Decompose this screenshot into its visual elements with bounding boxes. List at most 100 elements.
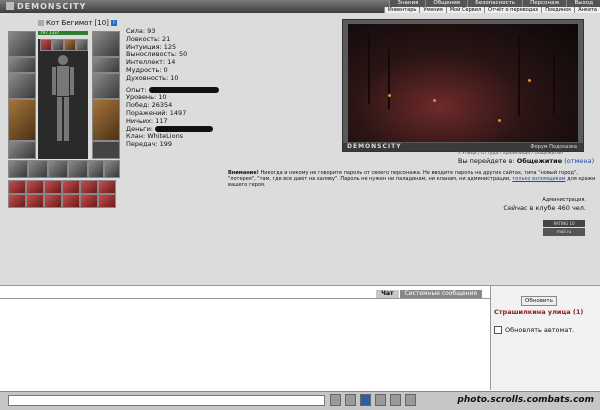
menu-item-security[interactable]: Безопасность (467, 0, 522, 7)
auto-refresh-row: Обновлять автомат. (494, 326, 574, 334)
location-scene: DEMONSCITY Форум Подсказка (342, 19, 584, 152)
potion-slot-8[interactable] (26, 194, 44, 208)
potion-slot-2[interactable] (26, 180, 44, 194)
chat-toolbar (330, 394, 416, 406)
shield-slot[interactable] (92, 73, 120, 99)
scene-light (498, 119, 501, 122)
info-icon[interactable]: i (110, 20, 117, 26)
potion-slot-7[interactable] (8, 194, 26, 208)
stat-money: Деньги: (126, 124, 153, 133)
scene-tree (553, 54, 555, 114)
main-panel: Кот Бегимот [10] i 79 / 1337 Сила: 93 Ло… (0, 13, 600, 285)
potion-slot-3[interactable] (44, 180, 62, 194)
admin-signature: Администрация. (542, 197, 586, 203)
scene-tree (368, 34, 370, 104)
scene-light (528, 79, 531, 82)
scene-links[interactable]: Форум Подсказка (530, 144, 577, 150)
refresh-button[interactable]: Обновить (521, 296, 557, 306)
ring-slot-3[interactable] (64, 39, 76, 51)
potion-slot-5[interactable] (80, 180, 98, 194)
helmet-slot[interactable] (8, 31, 36, 57)
pocket-slot-4[interactable] (68, 160, 88, 178)
ring-slot-4[interactable] (76, 39, 88, 51)
scene-tree (518, 36, 520, 116)
armor-slot[interactable] (8, 99, 36, 141)
scene-logo: DEMONSCITY (347, 143, 402, 150)
refresh-chat-icon[interactable] (405, 394, 416, 406)
scene-image[interactable] (348, 24, 578, 142)
logo-text: DEMONSCITY (17, 2, 87, 11)
rating-counter[interactable]: RATING 10 (543, 220, 585, 227)
scene-light (388, 94, 391, 97)
chat-tabs: Чат Системные сообщения (376, 290, 482, 298)
scene-footer: DEMONSCITY Форум Подсказка (343, 143, 583, 151)
bracers-slot[interactable] (92, 57, 120, 73)
pocket-slot-3[interactable] (48, 160, 68, 178)
leggings-slot[interactable] (92, 99, 120, 141)
menu-item-knowledge[interactable]: Знания (389, 0, 425, 7)
stats-panel: Сила: 93 Ловкость: 21 Интуиция: 125 Выно… (126, 27, 219, 149)
top-menu: Знания Общение Безопасность Персонаж Вых… (389, 0, 600, 7)
pocket-slot-2[interactable] (28, 160, 48, 178)
menu-item-communication[interactable]: Общение (425, 0, 467, 7)
character-silhouette-icon (52, 55, 74, 141)
amulet-slot[interactable] (8, 57, 36, 73)
character-figure (38, 39, 88, 159)
game-logo: DEMONSCITY (6, 2, 86, 11)
money-redacted (155, 125, 214, 132)
ring-slot-1[interactable] (40, 39, 52, 51)
top-bar: DEMONSCITY Знания Общение Безопасность П… (0, 0, 600, 13)
potion-row (8, 180, 120, 208)
tab-chat[interactable]: Чат (376, 290, 399, 298)
warning-link[interactable]: только взломщикам (512, 176, 565, 182)
pocket-slot-1[interactable] (8, 160, 28, 178)
destination-row: Вы перейдете в: Общежитие (отмена) (458, 157, 594, 165)
stat-exp: Опыт: (126, 85, 147, 94)
potion-slot-9[interactable] (44, 194, 62, 208)
scene-tree (388, 49, 390, 109)
destination-prefix: Вы перейдете в: (458, 157, 517, 165)
clear-icon[interactable] (345, 394, 356, 406)
potion-slot-4[interactable] (62, 180, 80, 194)
chat-input[interactable] (8, 395, 325, 406)
game-window: DEMONSCITY Знания Общение Безопасность П… (0, 0, 600, 410)
boots-slot[interactable] (92, 141, 120, 159)
cancel-link[interactable]: (отмена) (564, 157, 594, 165)
potion-slot-11[interactable] (80, 194, 98, 208)
street-label[interactable]: Страшилкина улица (1) (494, 308, 583, 316)
security-warning: Внимание! Никогда и никому не говорите п… (228, 170, 598, 188)
bottom-bar: photo.scrolls.combats.com (0, 391, 600, 410)
logo-icon (6, 2, 14, 10)
scene-light (433, 99, 436, 102)
rating-counters: RATING 10 mail.ru (543, 220, 585, 236)
potion-slot-12[interactable] (98, 194, 116, 208)
pocket-slot-6[interactable] (104, 160, 120, 178)
weapon-slot[interactable] (8, 73, 36, 99)
filter-icon[interactable] (360, 394, 371, 406)
smile-icon[interactable] (375, 394, 386, 406)
chat-tab-divider (0, 298, 490, 299)
menu-item-exit[interactable]: Выход (566, 0, 600, 7)
potion-slot-10[interactable] (62, 194, 80, 208)
send-icon[interactable] (330, 394, 341, 406)
belt-slot[interactable] (8, 141, 36, 159)
pocket-slot-5[interactable] (88, 160, 104, 178)
character-name-row: Кот Бегимот [10] i (38, 19, 117, 27)
hp-text: 79 / 1337 (40, 30, 60, 35)
character-level: [10] (94, 19, 109, 27)
ring-slot-2[interactable] (52, 39, 64, 51)
online-panel: Обновить Страшилкина улица (1) Обновлять… (490, 286, 600, 390)
tab-system-messages[interactable]: Системные сообщения (399, 290, 482, 298)
menu-item-character[interactable]: Персонаж (522, 0, 566, 7)
mail-counter[interactable]: mail.ru (543, 228, 585, 236)
equipment-panel: 79 / 1337 (8, 29, 120, 178)
potion-slot-6[interactable] (98, 180, 116, 194)
character-name[interactable]: Кот Бегимот (46, 19, 93, 27)
watermark: photo.scrolls.combats.com (457, 395, 594, 405)
gloves-slot[interactable] (92, 31, 120, 57)
stat-transfers: Передач: 199 (126, 140, 172, 149)
potion-slot-1[interactable] (8, 180, 26, 194)
auto-refresh-checkbox[interactable] (494, 326, 502, 334)
stat-spirit: Духовность: 10 (126, 73, 179, 82)
translit-icon[interactable] (390, 394, 401, 406)
